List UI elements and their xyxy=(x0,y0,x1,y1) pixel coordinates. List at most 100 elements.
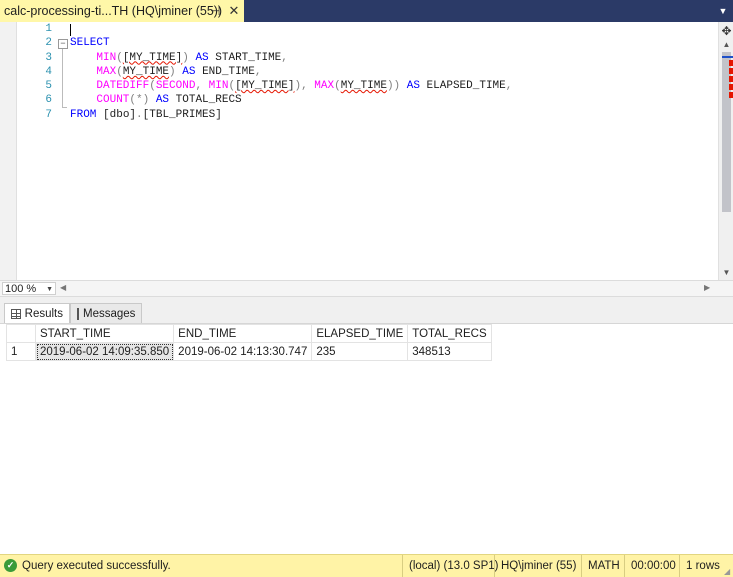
scroll-up-arrow-icon[interactable]: ▲ xyxy=(720,40,733,50)
code-token: MIN xyxy=(96,51,117,64)
table-cell[interactable]: 2019-06-02 14:13:30.747 xyxy=(173,342,313,361)
results-tab-strip: Results Messages xyxy=(0,297,733,323)
query-document-tab[interactable]: calc-processing-ti...TH (HQ\jminer (55))… xyxy=(0,0,244,22)
code-line[interactable]: DATEDIFF(SECOND, MIN([MY_TIME]), MAX(MY_… xyxy=(70,79,512,93)
grid-icon xyxy=(11,308,21,319)
caret-position-marker xyxy=(722,56,733,58)
error-marker[interactable] xyxy=(729,60,733,66)
code-token: ( xyxy=(334,80,341,93)
chevron-down-icon[interactable]: ▼ xyxy=(717,5,729,17)
code-token: ELAPSED_TIME xyxy=(426,80,506,93)
row-number-header[interactable] xyxy=(6,324,36,343)
code-line[interactable]: SELECT xyxy=(70,36,512,50)
code-token: )) xyxy=(386,80,401,93)
row-number[interactable]: 1 xyxy=(6,342,36,361)
tab-messages[interactable]: Messages xyxy=(70,303,142,323)
column-header[interactable]: ELAPSED_TIME xyxy=(311,324,409,343)
code-token: . xyxy=(136,108,143,121)
code-line[interactable]: FROM [dbo].[TBL_PRIMES] xyxy=(70,108,512,122)
results-grid-panel: START_TIME END_TIME ELAPSED_TIME TOTAL_R… xyxy=(0,323,733,555)
line-number: 7 xyxy=(45,108,52,121)
status-database: MATH xyxy=(581,555,620,577)
code-token: FROM xyxy=(70,108,104,121)
collapse-icon[interactable]: − xyxy=(58,39,68,49)
status-row-count: 1 rows xyxy=(679,555,720,577)
code-token: [dbo] xyxy=(103,108,137,121)
editor-vertical-scrollbar[interactable]: ✥ ▲ ▼ xyxy=(718,22,733,280)
split-view-icon[interactable]: ✥ xyxy=(720,24,733,38)
line-number: 3 xyxy=(45,51,52,64)
table-cell[interactable]: 348513 xyxy=(407,342,492,361)
table-cell[interactable]: 235 xyxy=(311,342,409,361)
error-marker[interactable] xyxy=(729,68,733,74)
line-number: 1 xyxy=(45,23,52,35)
code-token: ) xyxy=(182,51,189,64)
line-number: 4 xyxy=(45,65,52,78)
code-token: AS xyxy=(400,80,427,93)
line-number: 2 xyxy=(45,37,52,50)
status-bar: ✓ Query executed successfully. (local) (… xyxy=(0,554,733,577)
messages-icon xyxy=(77,307,79,320)
status-user: HQ\jminer (55) xyxy=(494,555,576,577)
code-token: (*) xyxy=(129,94,150,107)
pin-icon[interactable]: ⊣ xyxy=(210,4,222,18)
zoom-select[interactable]: 100 % ▼ xyxy=(2,282,56,295)
query-editor[interactable]: 1234567 − SELECT MIN([MY_TIME]) AS START… xyxy=(0,22,718,280)
tab-title: calc-processing-ti...TH (HQ\jminer (55)) xyxy=(4,4,223,18)
error-marker[interactable] xyxy=(729,76,733,82)
line-number-gutter: 1 234 567 xyxy=(18,22,52,122)
zoom-bar: 100 % ▼ ◀ ▶ xyxy=(0,280,733,297)
code-line[interactable] xyxy=(70,22,512,36)
column-header[interactable]: END_TIME xyxy=(173,324,313,343)
line-number: 5 xyxy=(45,80,52,93)
results-grid: START_TIME END_TIME ELAPSED_TIME TOTAL_R… xyxy=(6,324,492,361)
code-token: END_TIME xyxy=(202,65,255,78)
editor-margin xyxy=(0,22,17,280)
code-token: , xyxy=(505,80,513,93)
close-icon[interactable]: ✕ xyxy=(228,4,240,18)
chevron-down-icon: ▼ xyxy=(46,286,53,293)
column-header[interactable]: TOTAL_RECS xyxy=(407,324,492,343)
line-number: 6 xyxy=(45,94,52,107)
code-token: [MY_TIME] xyxy=(235,80,295,93)
table-row[interactable]: 1 2019-06-02 14:09:35.850 2019-06-02 14:… xyxy=(6,342,492,361)
code-token: SECOND xyxy=(155,80,196,93)
document-tab-bar: calc-processing-ti...TH (HQ\jminer (55))… xyxy=(0,0,733,22)
code-token: MAX xyxy=(314,80,335,93)
code-token: MAX xyxy=(96,65,117,78)
code-token: ( xyxy=(116,65,123,78)
code-token: ), xyxy=(294,80,315,93)
code-token: AS xyxy=(175,65,203,78)
code-token: MY_TIME xyxy=(122,65,170,78)
table-cell[interactable]: 2019-06-02 14:09:35.850 xyxy=(34,342,175,361)
column-header[interactable]: START_TIME xyxy=(34,324,175,343)
resize-grip-icon[interactable]: ◢ xyxy=(724,568,732,576)
zoom-value: 100 % xyxy=(5,283,37,295)
error-marker[interactable] xyxy=(729,84,733,90)
code-line[interactable]: MIN([MY_TIME]) AS START_TIME, xyxy=(70,51,512,65)
code-token: SELECT xyxy=(70,37,110,50)
tab-results[interactable]: Results xyxy=(4,303,70,323)
scroll-down-arrow-icon[interactable]: ▼ xyxy=(720,268,733,278)
sql-code[interactable]: SELECT MIN([MY_TIME]) AS START_TIME, MAX… xyxy=(70,22,512,122)
code-token: START_TIME xyxy=(215,51,282,64)
code-token: AS xyxy=(188,51,216,64)
code-line[interactable]: COUNT(*) AS TOTAL_RECS xyxy=(70,93,512,107)
success-check-icon: ✓ xyxy=(4,559,17,572)
scroll-left-arrow-icon[interactable]: ◀ xyxy=(60,283,66,292)
error-marker[interactable] xyxy=(729,92,733,98)
status-message: Query executed successfully. xyxy=(22,560,171,572)
grid-header-row: START_TIME END_TIME ELAPSED_TIME TOTAL_R… xyxy=(6,324,492,343)
code-token: [MY_TIME] xyxy=(122,51,183,64)
code-token: , xyxy=(254,65,262,78)
outline-end xyxy=(62,107,67,108)
status-elapsed-time: 00:00:00 xyxy=(624,555,676,577)
code-token: AS xyxy=(149,94,176,107)
scroll-right-arrow-icon[interactable]: ▶ xyxy=(704,283,710,292)
code-line[interactable]: MAX(MY_TIME) AS END_TIME, xyxy=(70,65,512,79)
code-token: MY_TIME xyxy=(340,80,387,93)
tab-messages-label: Messages xyxy=(83,307,136,320)
